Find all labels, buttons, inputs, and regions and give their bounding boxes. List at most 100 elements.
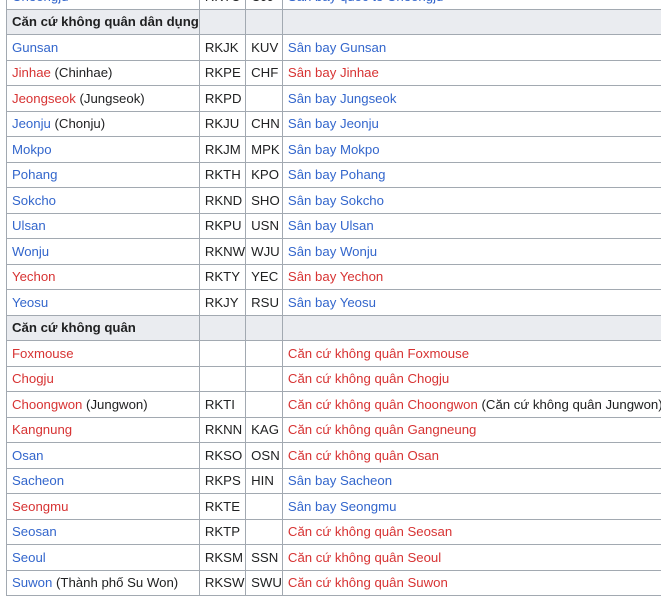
city-cell: Jeongseok (Jungseok) [6, 85, 200, 112]
city-link-seosan[interactable]: Seosan [12, 524, 57, 539]
airport-link-san-bay-sacheon[interactable]: Sân bay Sacheon [288, 473, 392, 488]
airport-link-san-bay-sokcho[interactable]: Sân bay Sokcho [288, 193, 384, 208]
section-header-row: Căn cứ không quân [6, 314, 661, 341]
city-link-jinhae[interactable]: Jinhae [12, 65, 51, 80]
airport-link-can-cu-khong-quan-foxmouse[interactable]: Căn cứ không quân Foxmouse [288, 346, 469, 361]
icao-code: RKPS [198, 467, 247, 494]
city-link-chogju[interactable]: Chogju [12, 371, 54, 386]
airport-cell: Sân bay Gunsan [281, 34, 661, 61]
airport-cell: Sân bay quốc tế Cheongju [281, 0, 661, 10]
icao-code: RKJM [198, 136, 247, 163]
city-cell: Jinhae (Chinhae) [6, 59, 200, 86]
icao-code: RKPU [198, 212, 247, 239]
airport-link-san-bay-mokpo[interactable]: Sân bay Mokpo [288, 142, 380, 157]
airport-link-san-bay-quoc-te-cheongju[interactable]: Sân bay quốc tế Cheongju [288, 0, 443, 4]
city-cell: Chogju [6, 365, 200, 392]
airport-link-can-cu-khong-quan-gangneung[interactable]: Căn cứ không quân Gangneung [288, 422, 476, 437]
section-empty-cell [198, 314, 247, 341]
icao-code: RKPE [198, 59, 247, 86]
city-link-ulsan[interactable]: Ulsan [12, 218, 46, 233]
airport-cell: Sân bay Pohang [281, 161, 661, 188]
airport-link-san-bay-jeonju[interactable]: Sân bay Jeonju [288, 116, 379, 131]
table-row: Mokpo RKJM MPK Sân bay Mokpo [6, 136, 661, 163]
icao-code [198, 365, 247, 392]
table-row: Pohang RKTH KPO Sân bay Pohang [6, 161, 661, 188]
airport-link-can-cu-khong-quan-osan[interactable]: Căn cứ không quân Osan [288, 448, 439, 463]
table-row: Kangnung RKNN KAG Căn cứ không quân Gangneu… [6, 416, 661, 443]
iata-code: KPO [245, 161, 283, 188]
table-row: Yeosu RKJY RSU Sân bay Yeosu [6, 289, 661, 316]
iata-code [245, 518, 283, 545]
airport-cell: Căn cứ không quân Osan [281, 442, 661, 469]
airport-link-can-cu-khong-quan-choongwon[interactable]: Căn cứ không quân Choongwon [288, 397, 478, 412]
city-link-osan[interactable]: Osan [12, 448, 44, 463]
city-link-gunsan[interactable]: Gunsan [12, 40, 58, 55]
airport-link-san-bay-yechon[interactable]: Sân bay Yechon [288, 269, 383, 284]
city-cell: Gunsan [6, 34, 200, 61]
table-row: Cheongju RKTUCJJ Sân bay quốc tế Cheongju [6, 0, 661, 10]
table-row: Osan RKSO OSN Căn cứ không quân Osan [6, 442, 661, 469]
icao-code: RKJK [198, 34, 247, 61]
city-link-choongwon[interactable]: Choongwon [12, 397, 82, 412]
airport-cell: Sân bay Yechon [281, 263, 661, 290]
airport-cell: Căn cứ không quân Seoul [281, 544, 661, 571]
table-row: Seosan RKTP Căn cứ không quân Seosan [6, 518, 661, 545]
airport-link-san-bay-wonju[interactable]: Sân bay Wonju [288, 244, 377, 259]
icao-code: RKTH [198, 161, 247, 188]
city-link-mokpo[interactable]: Mokpo [12, 142, 52, 157]
section-empty-cell [245, 314, 283, 341]
airport-link-san-bay-pohang[interactable]: Sân bay Pohang [288, 167, 386, 182]
section-header-row: Căn cứ không quân dân dụng [6, 8, 661, 35]
city-link-jeonju[interactable]: Jeonju [12, 116, 51, 131]
airport-link-san-bay-seongmu[interactable]: Sân bay Seongmu [288, 499, 397, 514]
iata-code: HIN [245, 467, 283, 494]
table-row: Foxmouse Căn cứ không quân Foxmouse [6, 340, 661, 367]
section-title: Căn cứ không quân dân dụng [6, 8, 200, 35]
city-link-foxmouse[interactable]: Foxmouse [12, 346, 74, 361]
airport-cell: Sân bay Wonju [281, 238, 661, 265]
icao-code: RKTP [198, 518, 247, 545]
airport-link-san-bay-jungseok[interactable]: Sân bay Jungseok [288, 91, 397, 106]
iata-code: WJU [245, 238, 283, 265]
table-row: Jeongseok (Jungseok) RKPD Sân bay Jungseok [6, 85, 661, 112]
city-link-seoul[interactable]: Seoul [12, 550, 46, 565]
table-row: Sacheon RKPS HIN Sân bay Sacheon [6, 467, 661, 494]
iata-code: CJJ [245, 0, 283, 10]
icao-code [198, 340, 247, 367]
airport-link-san-bay-ulsan[interactable]: Sân bay Ulsan [288, 218, 374, 233]
airport-link-can-cu-khong-quan-chogju[interactable]: Căn cứ không quân Chogju [288, 371, 449, 386]
iata-code: SWU [245, 569, 283, 596]
iata-code: YEC [245, 263, 283, 290]
airport-cell: Sân bay Jinhae [281, 59, 661, 86]
city-link-kangnung[interactable]: Kangnung [12, 422, 72, 437]
city-cell: Ulsan [6, 212, 200, 239]
city-link-jeongseok[interactable]: Jeongseok [12, 91, 76, 106]
city-cell: Pohang [6, 161, 200, 188]
airport-link-san-bay-gunsan[interactable]: Sân bay Gunsan [288, 40, 386, 55]
city-link-sokcho[interactable]: Sokcho [12, 193, 56, 208]
airport-link-san-bay-jinhae[interactable]: Sân bay Jinhae [288, 65, 379, 80]
iata-code: CHF [245, 59, 283, 86]
city-link-seongmu[interactable]: Seongmu [12, 499, 68, 514]
iata-code: MPK [245, 136, 283, 163]
airport-link-can-cu-khong-quan-seosan[interactable]: Căn cứ không quân Seosan [288, 524, 452, 539]
city-link-yeosu[interactable]: Yeosu [12, 295, 48, 310]
city-link-suwon[interactable]: Suwon [12, 575, 52, 590]
icao-code: RKPD [198, 85, 247, 112]
city-link-pohang[interactable]: Pohang [12, 167, 57, 182]
airport-link-san-bay-yeosu[interactable]: Sân bay Yeosu [288, 295, 376, 310]
airport-link-can-cu-khong-quan-suwon[interactable]: Căn cứ không quân Suwon [288, 575, 448, 590]
airport-link-can-cu-khong-quan-seoul[interactable]: Căn cứ không quân Seoul [288, 550, 441, 565]
table-row: Seongmu RKTE Sân bay Seongmu [6, 493, 661, 520]
city-link-sacheon[interactable]: Sacheon [12, 473, 64, 488]
airport-cell: Căn cứ không quân Foxmouse [281, 340, 661, 367]
table-row: Suwon (Thành phố Su Won) RKSW SWU Căn cứ kh… [6, 569, 661, 596]
city-cell: Yechon [6, 263, 200, 290]
city-link-yechon[interactable]: Yechon [12, 269, 56, 284]
table-row: Jinhae (Chinhae) RKPE CHF Sân bay Jinhae [6, 59, 661, 86]
city-cell: Cheongju [6, 0, 200, 10]
city-link-wonju[interactable]: Wonju [12, 244, 49, 259]
city-link-cheongju[interactable]: Cheongju [12, 0, 68, 4]
airport-cell: Căn cứ không quân Choongwon (Căn cứ khôn… [281, 391, 661, 418]
icao-code: RKND [198, 187, 247, 214]
